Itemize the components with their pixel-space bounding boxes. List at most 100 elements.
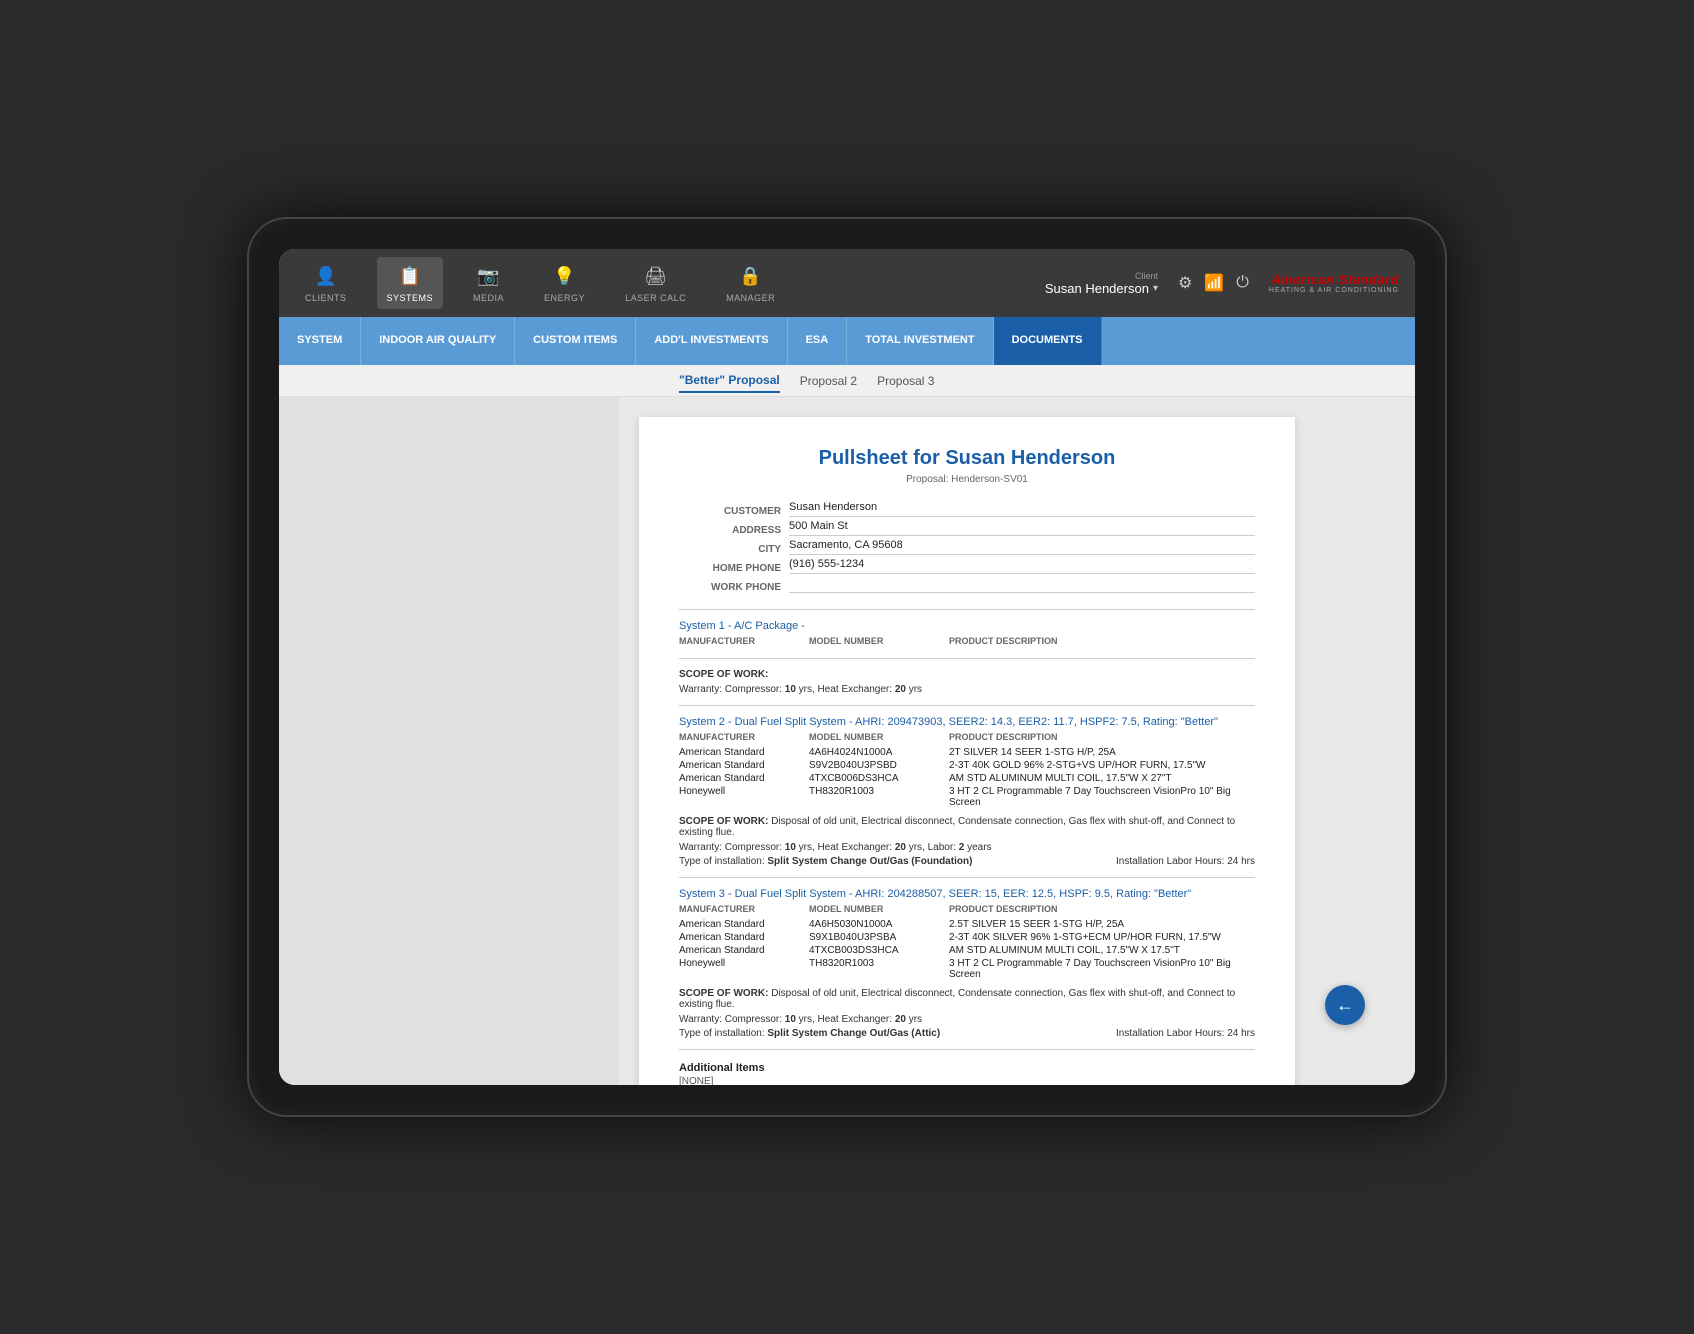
sidebar-item-clients[interactable]: 👤 CLIENTS	[295, 257, 357, 309]
system-1-warranty: Warranty: Compressor: 10 yrs, Heat Excha…	[679, 684, 1255, 695]
sidebar-item-energy[interactable]: 💡 ENERGY	[534, 257, 595, 309]
divider-3	[679, 877, 1255, 878]
product-row-s3-3: American Standard 4TXCB003DS3HCA AM STD …	[679, 945, 1255, 956]
sidebar-item-laser-calc[interactable]: 🖨 LASER CALC	[615, 257, 696, 309]
customer-row: CUSTOMER Susan Henderson	[679, 501, 1255, 517]
media-label: MEDIA	[473, 293, 504, 303]
brand-tagline: HEATING & AIR CONDITIONING	[1269, 287, 1399, 294]
system-3-scope: SCOPE OF WORK: Disposal of old unit, Ele…	[679, 988, 1255, 1010]
system-2-scope: SCOPE OF WORK: Disposal of old unit, Ele…	[679, 816, 1255, 838]
sub-tab-proposal-2[interactable]: Proposal 2	[800, 370, 857, 392]
clients-label: CLIENTS	[305, 293, 347, 303]
brand-logo: American Standard HEATING & AIR CONDITIO…	[1269, 272, 1399, 294]
system-2-installation: Type of installation: Split System Chang…	[679, 856, 1255, 867]
manager-label: MANAGER	[726, 293, 775, 303]
systems-icon: 📋	[397, 263, 423, 289]
system-1: System 1 - A/C Package - MANUFACTURER MO…	[679, 620, 1255, 695]
p-desc: 2-3T 40K SILVER 96% 1-STG+ECM UP/HOR FUR…	[949, 932, 1255, 943]
divider-2	[679, 705, 1255, 706]
work-phone-value	[789, 577, 1255, 593]
warranty-bold-1: 10	[785, 684, 796, 695]
tab-total-investment[interactable]: TOTAL INVESTMENT	[847, 317, 993, 365]
product-row-s2-3: American Standard 4TXCB006DS3HCA AM STD …	[679, 773, 1255, 784]
media-icon: 📷	[476, 263, 502, 289]
power-icon[interactable]: ⏻	[1236, 274, 1249, 292]
warranty-bold-2: 20	[895, 684, 906, 695]
energy-icon: 💡	[552, 263, 578, 289]
tab-documents[interactable]: DOCUMENTS	[994, 317, 1102, 365]
document-paper: Pullsheet for Susan Henderson Proposal: …	[639, 417, 1295, 1085]
screen: 👤 CLIENTS 📋 SYSTEMS 📷 MEDIA 💡 ENERGY 🖨	[279, 249, 1415, 1085]
col-model: MODEL NUMBER	[809, 636, 949, 646]
p-model: 4A6H4024N1000A	[809, 747, 949, 758]
sub-tab-proposal-3[interactable]: Proposal 3	[877, 370, 934, 392]
sidebar-item-media[interactable]: 📷 MEDIA	[463, 257, 514, 309]
manager-icon: 🔒	[738, 263, 764, 289]
installation-type-3: Type of installation: Split System Chang…	[679, 1028, 940, 1039]
systems-label: SYSTEMS	[387, 293, 434, 303]
p-model: 4A6H5030N1000A	[809, 919, 949, 930]
city-row: CITY Sacramento, CA 95608	[679, 539, 1255, 555]
p-manufacturer: American Standard	[679, 747, 809, 758]
document-area: Pullsheet for Susan Henderson Proposal: …	[619, 397, 1315, 1085]
address-label: ADDRESS	[679, 525, 789, 536]
col-model-3: MODEL NUMBER	[809, 904, 949, 914]
p-desc: 2.5T SILVER 15 SEER 1-STG H/P, 25A	[949, 919, 1255, 930]
pullsheet-title: Pullsheet for Susan Henderson	[679, 447, 1255, 470]
scope-label-2: SCOPE OF WORK:	[679, 816, 771, 827]
divider-system1	[679, 658, 1255, 659]
home-phone-label: HOME PHONE	[679, 563, 789, 574]
tab-indoor-air-quality[interactable]: INDOOR AIR QUALITY	[361, 317, 515, 365]
product-row-s3-2: American Standard S9X1B040U3PSBA 2-3T 40…	[679, 932, 1255, 943]
labor-hours-3: Installation Labor Hours: 24 hrs	[1116, 1028, 1255, 1039]
back-icon: ←	[1336, 995, 1354, 1016]
col-description-2: PRODUCT DESCRIPTION	[949, 732, 1255, 742]
tab-addl-investments[interactable]: ADD'L INVESTMENTS	[636, 317, 787, 365]
p-desc: 2T SILVER 14 SEER 1-STG H/P, 25A	[949, 747, 1255, 758]
settings-icon[interactable]: ⚙	[1178, 273, 1192, 293]
address-row: ADDRESS 500 Main St	[679, 520, 1255, 536]
chevron-down-icon[interactable]: ▾	[1153, 283, 1158, 294]
p-manufacturer: Honeywell	[679, 958, 809, 980]
city-value: Sacramento, CA 95608	[789, 539, 1255, 555]
nav-tabs: SYSTEM INDOOR AIR QUALITY CUSTOM ITEMS A…	[279, 317, 1415, 365]
right-sidebar: ←	[1315, 397, 1415, 1085]
customer-label: CUSTOMER	[679, 506, 789, 517]
system-1-header: System 1 - A/C Package -	[679, 620, 1255, 632]
work-phone-row: WORK PHONE	[679, 577, 1255, 593]
p-model: 4TXCB003DS3HCA	[809, 945, 949, 956]
p-manufacturer: American Standard	[679, 760, 809, 771]
divider-4	[679, 1049, 1255, 1050]
city-label: CITY	[679, 544, 789, 555]
home-phone-value: (916) 555-1234	[789, 558, 1255, 574]
top-bar: 👤 CLIENTS 📋 SYSTEMS 📷 MEDIA 💡 ENERGY 🖨	[279, 249, 1415, 317]
product-row-s3-4: Honeywell TH8320R1003 3 HT 2 CL Programm…	[679, 958, 1255, 980]
p-model: 4TXCB006DS3HCA	[809, 773, 949, 784]
product-row-s2-1: American Standard 4A6H4024N1000A 2T SILV…	[679, 747, 1255, 758]
top-right: Client Susan Henderson ▾ ⚙ 📶 ⏻ American …	[1045, 271, 1399, 296]
client-name-text: Susan Henderson	[1045, 281, 1149, 296]
client-info: Client Susan Henderson ▾	[1045, 271, 1158, 296]
system-1-scope: SCOPE OF WORK:	[679, 669, 1255, 680]
energy-label: ENERGY	[544, 293, 585, 303]
col-model-2: MODEL NUMBER	[809, 732, 949, 742]
clients-icon: 👤	[313, 263, 339, 289]
p-desc: AM STD ALUMINUM MULTI COIL, 17.5"W X 27"…	[949, 773, 1255, 784]
top-controls: ⚙ 📶 ⏻	[1178, 273, 1249, 293]
p-manufacturer: American Standard	[679, 932, 809, 943]
system-2-table-header: MANUFACTURER MODEL NUMBER PRODUCT DESCRI…	[679, 732, 1255, 744]
system-2-warranty: Warranty: Compressor: 10 yrs, Heat Excha…	[679, 842, 1255, 853]
back-button[interactable]: ←	[1325, 985, 1365, 1025]
sub-tab-better-proposal[interactable]: "Better" Proposal	[679, 369, 780, 393]
sidebar-item-systems[interactable]: 📋 SYSTEMS	[377, 257, 444, 309]
sidebar-item-manager[interactable]: 🔒 MANAGER	[716, 257, 785, 309]
tab-system[interactable]: SYSTEM	[279, 317, 361, 365]
tab-custom-items[interactable]: CUSTOM ITEMS	[515, 317, 636, 365]
col-description: PRODUCT DESCRIPTION	[949, 636, 1255, 646]
tab-esa[interactable]: ESA	[788, 317, 848, 365]
client-label: Client	[1045, 271, 1158, 281]
system-3-header: System 3 - Dual Fuel Split System - AHRI…	[679, 888, 1255, 900]
system-3-installation: Type of installation: Split System Chang…	[679, 1028, 1255, 1039]
col-manufacturer-3: MANUFACTURER	[679, 904, 809, 914]
laser-calc-icon: 🖨	[643, 263, 669, 289]
